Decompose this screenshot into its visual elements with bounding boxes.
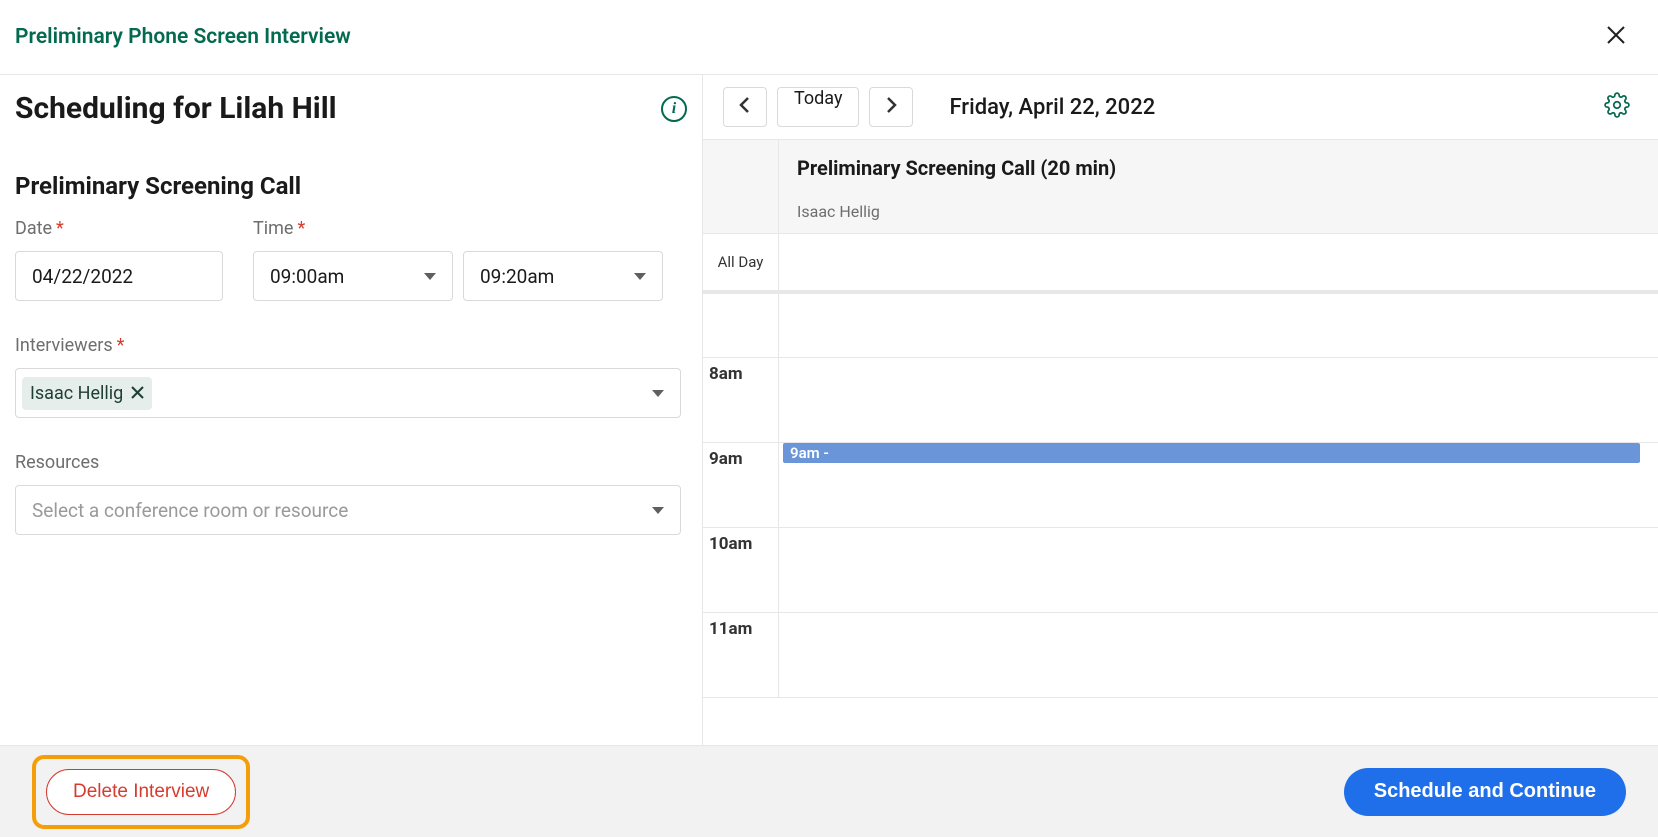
caret-down-icon — [652, 390, 664, 397]
time-end-value: 09:20am — [480, 265, 554, 288]
time-start-value: 09:00am — [270, 265, 344, 288]
close-icon — [1606, 25, 1626, 49]
time-start-select[interactable]: 09:00am — [253, 251, 453, 301]
all-day-row: All Day — [703, 234, 1658, 294]
modal-header: Preliminary Phone Screen Interview — [0, 0, 1658, 75]
event-label: 9am - — [790, 444, 829, 462]
resources-select[interactable]: Select a conference room or resource — [15, 485, 681, 535]
time-label: Time* — [253, 218, 663, 239]
hour-slot[interactable] — [779, 528, 1658, 612]
schedule-continue-button[interactable]: Schedule and Continue — [1344, 768, 1626, 816]
interviewers-select[interactable]: Isaac Hellig — [15, 368, 681, 418]
hour-label: 9am — [703, 443, 779, 527]
calendar-date: Friday, April 22, 2022 — [949, 95, 1155, 120]
calendar-grid: Preliminary Screening Call (20 min) Isaa… — [703, 139, 1658, 745]
caret-down-icon — [424, 273, 436, 280]
hour-slot[interactable] — [779, 358, 1658, 442]
delete-highlight: Delete Interview — [32, 755, 250, 829]
hour-label: 8am — [703, 358, 779, 442]
hour-slot[interactable] — [779, 294, 1658, 357]
all-day-label: All Day — [703, 234, 779, 290]
all-day-slot[interactable] — [779, 234, 1658, 290]
hour-slot[interactable] — [779, 613, 1658, 697]
chevron-left-icon — [738, 96, 752, 118]
next-day-button[interactable] — [869, 87, 913, 127]
caret-down-icon — [652, 507, 664, 514]
modal-body: Scheduling for Lilah Hill i Preliminary … — [0, 75, 1658, 745]
hour-label: 11am — [703, 613, 779, 697]
calendar-panel: Today Friday, April 22, 2022 — [702, 75, 1658, 745]
page-title: Scheduling for Lilah Hill — [15, 91, 337, 126]
date-label: Date* — [15, 218, 223, 239]
resources-label: Resources — [15, 452, 687, 473]
calendar-resource-header: Preliminary Screening Call (20 min) Isaa… — [703, 140, 1658, 234]
hour-row: 11am — [703, 613, 1658, 698]
modal-footer: Delete Interview Schedule and Continue — [0, 745, 1658, 837]
chevron-right-icon — [884, 96, 898, 118]
date-input[interactable]: 04/22/2022 — [15, 251, 223, 301]
info-icon[interactable]: i — [661, 96, 687, 122]
chip-remove-button[interactable] — [131, 383, 144, 404]
modal-title: Preliminary Phone Screen Interview — [15, 25, 351, 49]
close-button[interactable] — [1602, 23, 1630, 51]
interviewer-chip: Isaac Hellig — [22, 377, 152, 410]
hour-row: 10am — [703, 528, 1658, 613]
interviewers-label: Interviewers* — [15, 335, 687, 356]
section-title: Preliminary Screening Call — [15, 172, 687, 200]
resources-placeholder: Select a conference room or resource — [22, 499, 348, 522]
prev-day-button[interactable] — [723, 87, 767, 127]
delete-interview-button[interactable]: Delete Interview — [46, 769, 236, 815]
calendar-controls: Today Friday, April 22, 2022 — [703, 75, 1658, 139]
caret-down-icon — [634, 273, 646, 280]
hour-row: 9am 9am - — [703, 443, 1658, 528]
resource-title: Preliminary Screening Call (20 min) — [797, 156, 1640, 180]
date-value: 04/22/2022 — [32, 265, 133, 288]
calendar-settings-button[interactable] — [1604, 92, 1630, 122]
hour-label: 10am — [703, 528, 779, 612]
resource-subtitle: Isaac Hellig — [797, 202, 1640, 221]
calendar-event[interactable]: 9am - — [783, 443, 1640, 463]
time-end-select[interactable]: 09:20am — [463, 251, 663, 301]
chip-label: Isaac Hellig — [30, 383, 123, 404]
form-panel: Scheduling for Lilah Hill i Preliminary … — [0, 75, 702, 745]
hour-row: 8am — [703, 358, 1658, 443]
today-button[interactable]: Today — [777, 87, 859, 127]
hour-row — [703, 294, 1658, 358]
hour-slot[interactable]: 9am - — [779, 443, 1658, 527]
gear-icon — [1604, 103, 1630, 122]
